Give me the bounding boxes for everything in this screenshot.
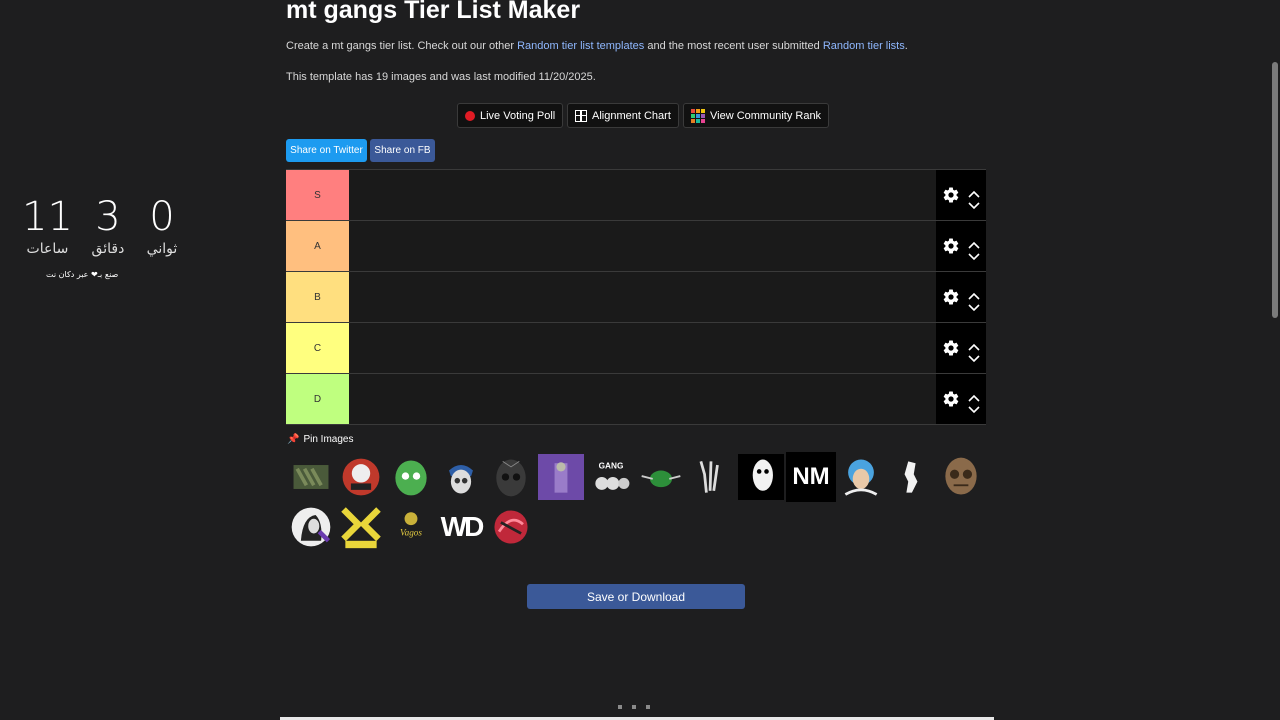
gear-icon[interactable] [942, 390, 960, 408]
gang-logo-mask-face[interactable] [736, 452, 786, 502]
share-twitter-button[interactable]: Share on Twitter [286, 139, 367, 162]
chevron-up-icon[interactable] [968, 389, 980, 402]
mosaic-icon [691, 108, 705, 123]
countdown-minutes: 3 [95, 194, 121, 240]
gang-logo-nm[interactable]: NM [786, 452, 836, 502]
gang-logo-dark-skull[interactable] [486, 452, 536, 502]
countdown-hours-label: ساعات [26, 241, 69, 257]
gang-logo-nm-text: NM [792, 463, 830, 490]
chevron-up-icon[interactable] [968, 338, 980, 351]
countdown-seconds-label: ثواني [146, 241, 178, 257]
chevron-down-icon[interactable] [968, 299, 980, 312]
save-download-button[interactable]: Save or Download [527, 584, 745, 609]
gang-logo-wd-text: WD [440, 511, 485, 542]
page-title: mt gangs Tier List Maker [286, 0, 581, 24]
tier-row: C [286, 323, 986, 374]
loading-dots [618, 705, 650, 709]
tier-label[interactable]: A [286, 221, 349, 271]
live-voting-poll-button[interactable]: Live Voting Poll [457, 103, 564, 128]
chevron-up-icon[interactable] [968, 185, 980, 198]
community-rank-button[interactable]: View Community Rank [683, 103, 830, 128]
template-meta: This template has 19 images and was last… [286, 71, 596, 83]
tier-drop-zone[interactable] [349, 221, 936, 271]
tier-drop-zone[interactable] [349, 272, 936, 322]
tier-table: SABCD [286, 169, 986, 425]
gang-logo-blue-portrait[interactable] [836, 452, 886, 502]
chevron-up-icon[interactable] [968, 236, 980, 249]
pin-icon: 📌 [287, 434, 300, 445]
gear-icon[interactable] [942, 186, 960, 204]
tier-row: A [286, 221, 986, 272]
alignment-chart-button[interactable]: Alignment Chart [567, 103, 679, 128]
gang-logo-ornate-skull[interactable] [936, 452, 986, 502]
gang-logo-trickster[interactable] [336, 502, 386, 552]
tier-controls [936, 170, 986, 220]
tier-move-arrows [968, 185, 980, 210]
tier-label[interactable]: D [286, 374, 349, 424]
svg-text:Vagos: Vagos [400, 527, 422, 537]
tier-controls [936, 221, 986, 271]
gang-logo-26-yard[interactable] [336, 452, 386, 502]
tier-drop-zone[interactable] [349, 170, 936, 220]
gang-logo-sons-of-anarchy[interactable] [286, 502, 336, 552]
chevron-down-icon[interactable] [968, 248, 980, 261]
gang-logo-red-emblem[interactable] [486, 502, 536, 552]
gang-logo-mundo-gang[interactable]: GANG [586, 452, 636, 502]
gear-icon[interactable] [942, 237, 960, 255]
countdown-credit: صنع بـ❤ عبر دكان نت [46, 270, 119, 279]
gear-icon[interactable] [942, 288, 960, 306]
tier-label[interactable]: B [286, 272, 349, 322]
chevron-down-icon[interactable] [968, 401, 980, 414]
chevron-up-icon[interactable] [968, 287, 980, 300]
tier-move-arrows [968, 287, 980, 312]
image-pool: GANG NM Vagos WD [286, 452, 986, 552]
tier-controls [936, 323, 986, 373]
tier-controls [936, 272, 986, 322]
gang-logo-wd[interactable]: WD [436, 502, 486, 552]
tier-controls [936, 374, 986, 424]
gang-logo-green-skull[interactable] [386, 452, 436, 502]
tier-drop-zone[interactable] [349, 323, 936, 373]
tier-drop-zone[interactable] [349, 374, 936, 424]
tier-label[interactable]: C [286, 323, 349, 373]
countdown-minutes-label: دقائق [91, 241, 125, 257]
tier-move-arrows [968, 389, 980, 414]
tier-row: B [286, 272, 986, 323]
countdown-seconds: 0 [149, 194, 175, 240]
chevron-down-icon[interactable] [968, 197, 980, 210]
random-templates-link[interactable]: Random tier list templates [517, 40, 644, 52]
countdown-hours: 11 [22, 194, 73, 240]
intro-text: Create a mt gangs tier list. Check out o… [286, 40, 908, 52]
gang-logo-peace-hand[interactable] [686, 452, 736, 502]
gang-logo-camo[interactable] [286, 452, 336, 502]
grid-icon [575, 109, 587, 122]
gang-logo-purple-photo[interactable] [536, 452, 586, 502]
pin-images-toggle[interactable]: 📌 Pin Images [287, 434, 353, 445]
chevron-down-icon[interactable] [968, 350, 980, 363]
gang-logo-white-figure[interactable] [886, 452, 936, 502]
tier-row: S [286, 169, 986, 221]
tier-move-arrows [968, 236, 980, 261]
page-scrollbar[interactable] [1268, 0, 1280, 720]
countdown-widget: 11 ساعات 3 دقائق 0 ثواني [22, 195, 187, 257]
gear-icon[interactable] [942, 339, 960, 357]
scrollbar-thumb[interactable] [1272, 62, 1278, 318]
random-tier-lists-link[interactable]: Random tier lists [823, 40, 905, 52]
gang-logo-vagos[interactable]: Vagos [386, 502, 436, 552]
tier-row: D [286, 374, 986, 425]
share-facebook-button[interactable]: Share on FB [370, 139, 435, 162]
tier-label[interactable]: S [286, 170, 349, 220]
gang-logo-blue-skull[interactable] [436, 452, 486, 502]
record-icon [465, 110, 475, 121]
tier-move-arrows [968, 338, 980, 363]
gang-logo-green-bandana[interactable] [636, 452, 686, 502]
svg-text:GANG: GANG [599, 462, 624, 471]
